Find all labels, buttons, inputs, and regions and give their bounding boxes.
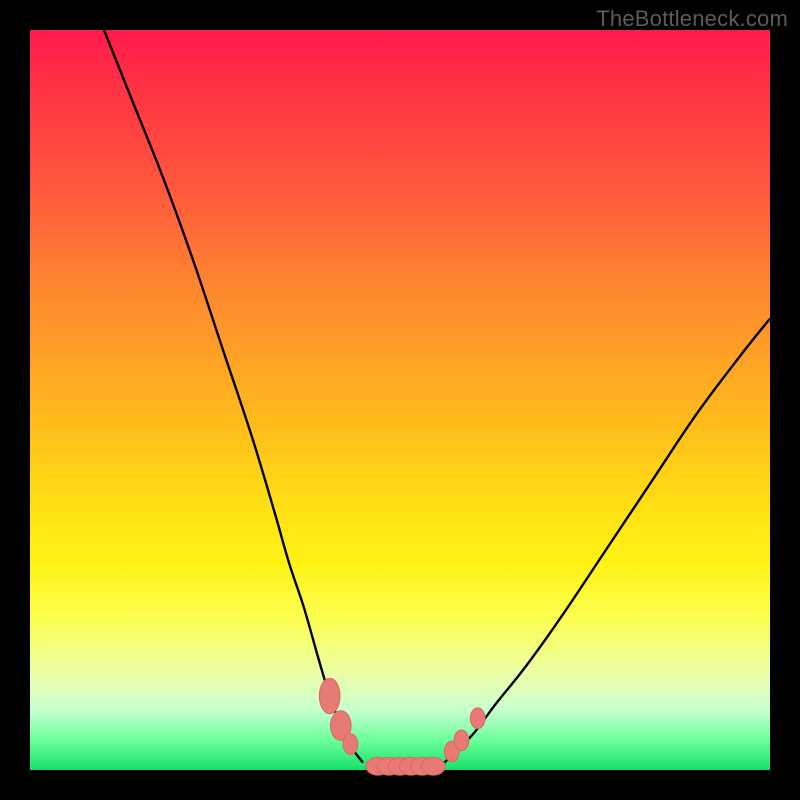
curve-right-branch <box>444 319 770 763</box>
marker-dot <box>343 734 358 755</box>
chart-svg <box>30 30 770 770</box>
marker-dot <box>454 730 469 751</box>
chart-frame: TheBottleneck.com <box>0 0 800 800</box>
plot-area <box>30 30 770 770</box>
watermark-text: TheBottleneck.com <box>596 6 788 32</box>
marker-dot <box>319 678 340 714</box>
curve-left-branch <box>104 30 363 763</box>
marker-dot <box>421 757 445 775</box>
marker-group <box>319 678 485 775</box>
marker-dot <box>470 708 485 729</box>
